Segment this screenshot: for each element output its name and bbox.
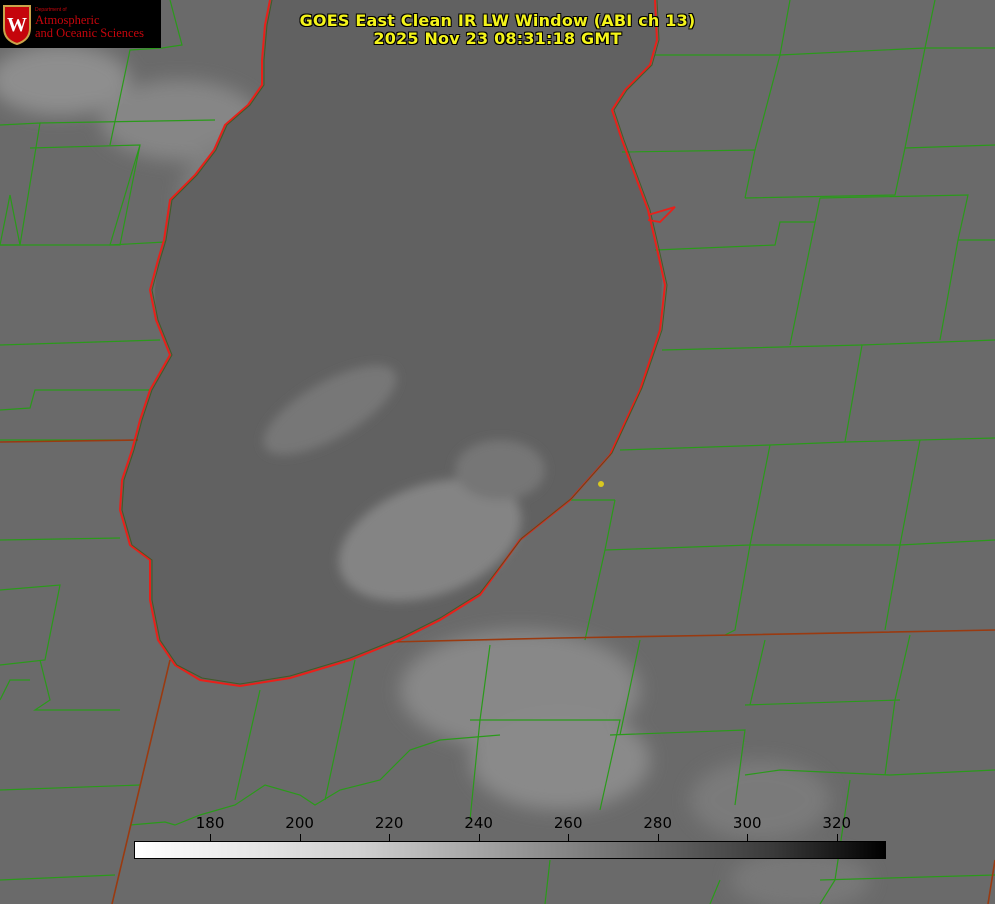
colorbar-tick-label: 180 (195, 814, 225, 832)
colorbar-tick (747, 834, 749, 841)
colorbar-tick (568, 834, 570, 841)
colorbar-tick-label: 320 (822, 814, 852, 832)
colorbar-tick-label: 240 (464, 814, 493, 832)
colorbar-tick-label: 280 (643, 814, 673, 832)
colorbar-tick-label: 300 (732, 814, 762, 832)
colorbar-tick (478, 834, 480, 841)
colorbar-tick (836, 834, 838, 841)
colorbar (134, 841, 886, 859)
colorbar-tick (657, 834, 659, 841)
map-layer (0, 0, 995, 904)
satellite-image: W Department of Atmospheric and Oceanic … (0, 0, 995, 904)
station-marker (598, 481, 604, 487)
colorbar-tick-label: 220 (374, 814, 404, 832)
colorbar-tick (389, 834, 391, 841)
image-timestamp: 2025 Nov 23 08:31:18 GMT (373, 29, 622, 48)
colorbar-tick-label: 200 (285, 814, 314, 832)
colorbar-tick (299, 834, 301, 841)
image-title: GOES East Clean IR LW Window (ABI ch 13) (299, 11, 696, 30)
colorbar-tick (210, 834, 212, 841)
colorbar-tick-label: 260 (553, 814, 583, 832)
